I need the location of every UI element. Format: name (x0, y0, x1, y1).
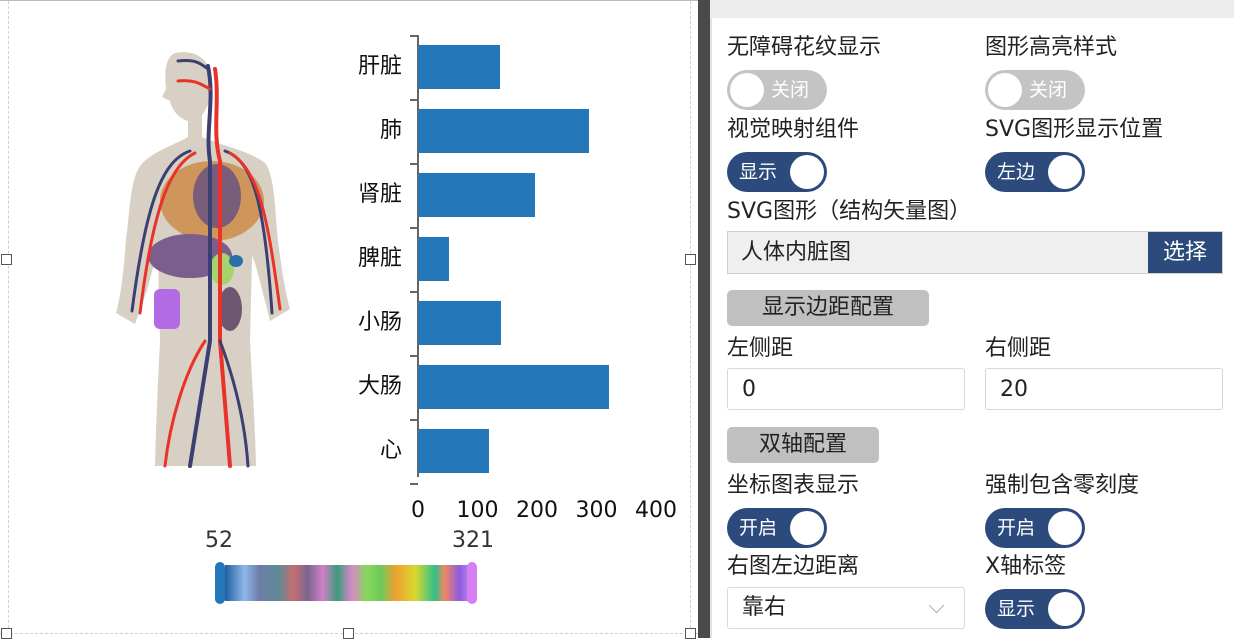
force-zero-label: 强制包含零刻度 (985, 473, 1140, 498)
toggle-knob (730, 73, 764, 107)
margin-config-button[interactable]: 显示边距配置 (727, 290, 929, 326)
x-tick-label: 300 (575, 498, 618, 523)
svg-graphic-select-button[interactable]: 选择 (1148, 232, 1222, 273)
y-axis-tick (410, 483, 418, 485)
svg-graphic-label: SVG图形（结构矢量图） (727, 199, 972, 224)
coord-chart-toggle[interactable]: 开启 (727, 508, 827, 548)
highlight-style-toggle[interactable]: 关闭 (985, 70, 1085, 110)
svg-graphic-value: 人体内脏图 (741, 240, 852, 265)
visual-map-component-toggle[interactable]: 显示 (727, 152, 827, 192)
right-chart-left-distance-select[interactable]: 靠右 (727, 587, 965, 629)
config-panel: 无障碍花纹显示 关闭 图形高亮样式 关闭 视觉映射组件 显示 SVG图形显示位置… (710, 0, 1234, 638)
bar[interactable] (418, 301, 501, 345)
right-chart-left-distance-label: 右图左边距离 (727, 554, 860, 579)
y-axis-tick (410, 227, 418, 229)
toggle-knob (988, 73, 1022, 107)
coord-chart-label: 坐标图表显示 (727, 473, 860, 498)
visual-map-component-label: 视觉映射组件 (727, 117, 860, 142)
toggle-knob (1048, 511, 1082, 545)
visual-map-max-label: 321 (452, 528, 494, 553)
toggle-knob (790, 511, 824, 545)
y-tick-label: 肾脏 (357, 182, 402, 207)
bar[interactable] (418, 109, 589, 153)
right-margin-input[interactable] (985, 368, 1223, 410)
x-tick-label: 400 (635, 498, 677, 523)
accessible-pattern-label: 无障碍花纹显示 (727, 35, 882, 60)
resize-handle-bottom-left[interactable] (1, 628, 12, 639)
y-tick-label: 心 (379, 438, 402, 463)
panel-border (710, 18, 712, 638)
bar[interactable] (418, 237, 449, 281)
toggle-state: 开启 (739, 517, 778, 539)
x-tick-label: 200 (516, 498, 558, 523)
bar-chart: 肝脏肺肾脏脾脏小肠大肠心 0 100 200 300 400 (0, 1, 700, 561)
panel-splitter[interactable] (698, 0, 710, 638)
chart-canvas[interactable]: 肝脏肺肾脏脾脏小肠大肠心 0 100 200 300 400 52 321 (0, 0, 708, 639)
visual-map-max-handle[interactable] (467, 562, 477, 604)
chevron-down-icon (928, 597, 945, 614)
toggle-knob (1048, 155, 1082, 189)
y-tick-label: 脾脏 (357, 246, 402, 271)
bar[interactable] (418, 429, 489, 473)
visual-map-min-handle[interactable] (215, 562, 225, 604)
toggle-state: 左边 (997, 161, 1036, 183)
left-margin-input[interactable] (727, 368, 965, 410)
right-margin-label: 右侧距 (985, 336, 1052, 361)
x-axis-label-toggle[interactable]: 显示 (985, 589, 1085, 629)
toggle-state: 显示 (739, 161, 778, 183)
svg-position-label: SVG图形显示位置 (985, 117, 1164, 142)
bar[interactable] (418, 173, 536, 217)
select-value: 靠右 (742, 595, 787, 620)
y-tick-label: 肝脏 (357, 54, 402, 79)
bar[interactable] (418, 45, 500, 89)
x-axis-label-label: X轴标签 (985, 554, 1067, 579)
force-zero-toggle[interactable]: 开启 (985, 508, 1085, 548)
y-tick-label: 肺 (379, 118, 402, 143)
resize-handle-bottom[interactable] (343, 628, 354, 639)
bar[interactable] (418, 365, 609, 409)
x-tick-label: 0 (411, 498, 425, 523)
y-axis-tick (410, 163, 418, 165)
toggle-state: 关闭 (771, 79, 810, 101)
dual-axis-config-button[interactable]: 双轴配置 (727, 427, 879, 463)
y-axis-tick (410, 419, 418, 421)
y-axis-tick (410, 355, 418, 357)
y-tick-label: 小肠 (357, 310, 402, 335)
panel-header (710, 0, 1234, 18)
toggle-knob (1048, 592, 1082, 626)
toggle-knob (790, 155, 824, 189)
highlight-style-label: 图形高亮样式 (985, 35, 1118, 60)
svg-graphic-field[interactable]: 人体内脏图 选择 (727, 231, 1223, 274)
visual-map-gradient-bar (225, 565, 469, 601)
accessible-pattern-toggle[interactable]: 关闭 (727, 70, 827, 110)
x-tick-label: 100 (456, 498, 499, 523)
selection-border-bottom (0, 633, 708, 634)
resize-handle-bottom-right[interactable] (685, 628, 696, 639)
y-axis-tick (410, 99, 418, 101)
y-axis-tick (410, 291, 418, 293)
svg-position-toggle[interactable]: 左边 (985, 152, 1085, 192)
toggle-state: 关闭 (1029, 79, 1068, 101)
y-axis-tick (410, 35, 418, 37)
y-tick-label: 大肠 (357, 374, 402, 399)
toggle-state: 开启 (997, 517, 1036, 539)
visual-map-min-label: 52 (205, 528, 233, 553)
toggle-state: 显示 (997, 598, 1036, 620)
left-margin-label: 左侧距 (727, 336, 794, 361)
